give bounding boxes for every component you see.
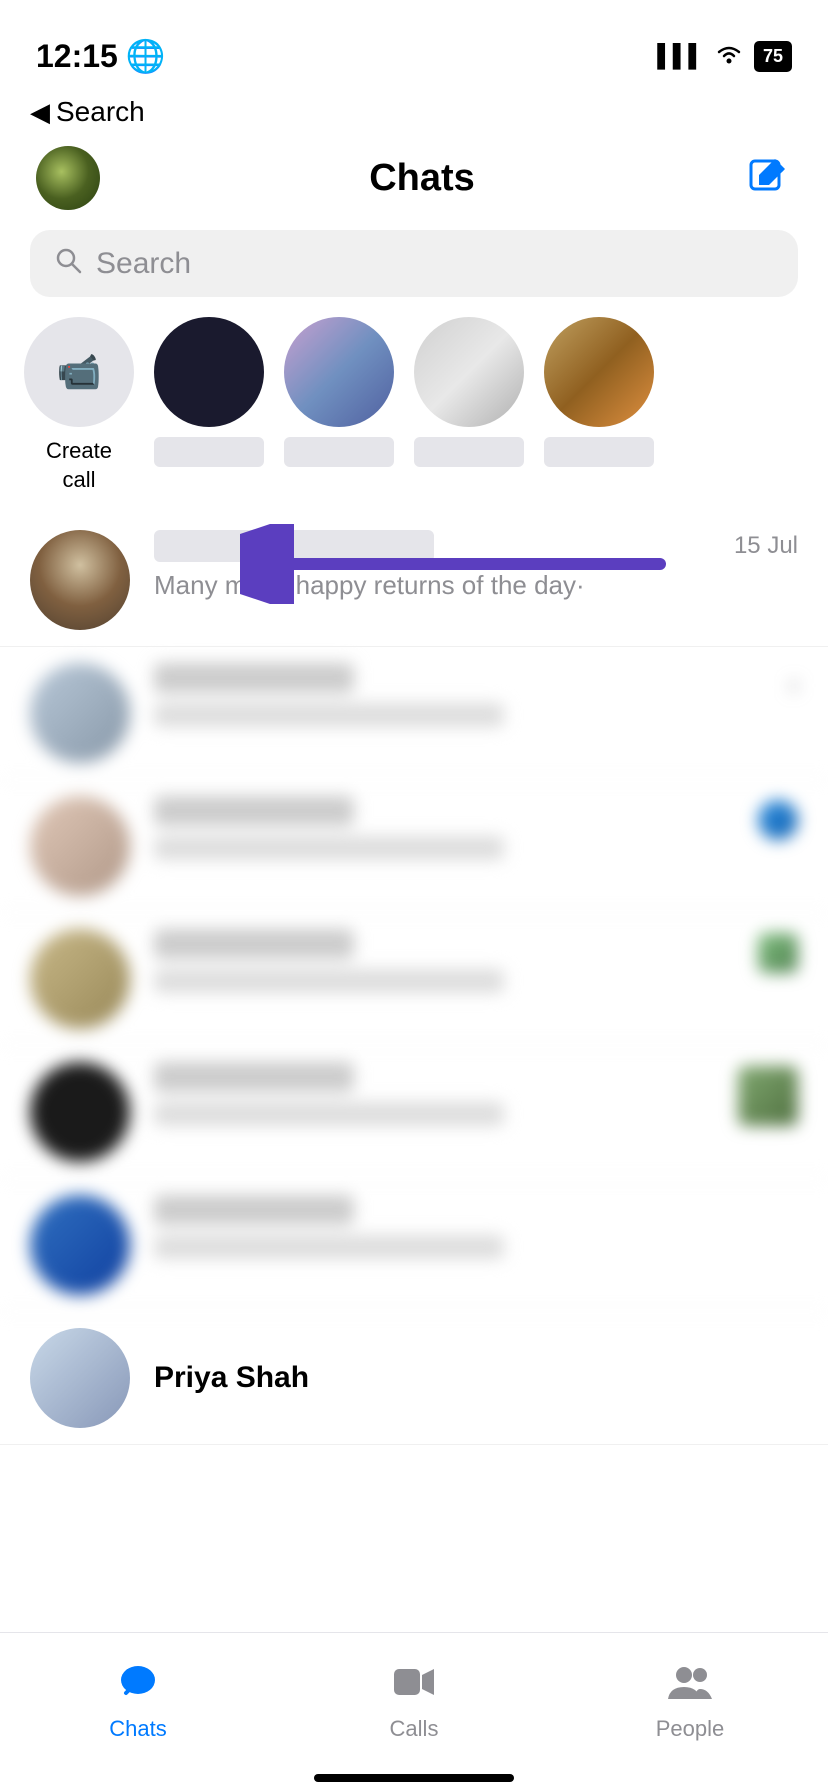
create-call-label: Createcall xyxy=(46,437,112,494)
chat-item-blurred-2: ​ᵢₗ xyxy=(0,647,828,780)
chat-list: 15 Jul Many many happy returns of the da… xyxy=(0,514,828,1445)
story-name-1 xyxy=(154,437,264,467)
time-label: 12:15 xyxy=(36,38,118,75)
blurred-avatar-2 xyxy=(30,663,130,763)
story-avatar-4 xyxy=(544,317,654,427)
back-arrow-icon: ◀ xyxy=(30,97,50,128)
story-avatar-2 xyxy=(284,317,394,427)
story-name-4 xyxy=(544,437,654,467)
priya-name: Priya Shah xyxy=(154,1361,309,1395)
chat-item-blurred-5 xyxy=(0,1046,828,1179)
blurred-avatar-4 xyxy=(30,929,130,1029)
create-call-button[interactable]: 📹 Createcall xyxy=(24,317,134,494)
page-header: Chats xyxy=(0,136,828,226)
page-title: Chats xyxy=(369,157,475,200)
story-avatar-3 xyxy=(414,317,524,427)
story-item-4[interactable] xyxy=(544,317,654,467)
nav-chats[interactable]: Chats xyxy=(0,1663,276,1742)
video-plus-icon: 📹 xyxy=(57,351,102,393)
battery-indicator: 75 xyxy=(754,41,792,72)
search-bar[interactable]: Search xyxy=(30,230,798,297)
nav-people[interactable]: People xyxy=(552,1663,828,1742)
calls-icon xyxy=(392,1663,436,1710)
chat-message-1: Many many happy returns of the day· xyxy=(154,570,798,601)
chat-item-blurred-4 xyxy=(0,913,828,1046)
chat-item-blurred-3 xyxy=(0,780,828,913)
nav-calls[interactable]: Calls xyxy=(276,1663,552,1742)
priya-avatar xyxy=(30,1328,130,1428)
story-avatar-1 xyxy=(154,317,264,427)
story-name-3 xyxy=(414,437,524,467)
chat-name-blurred-1 xyxy=(154,530,434,562)
story-item-3[interactable] xyxy=(414,317,524,467)
blurred-avatar-5 xyxy=(30,1062,130,1162)
story-row: 📹 Createcall xyxy=(0,317,828,514)
status-icons: ▌▌▌ 75 xyxy=(657,41,792,72)
home-indicator xyxy=(314,1774,514,1782)
story-item-1[interactable] xyxy=(154,317,264,467)
status-time: 12:15 🌐 xyxy=(36,37,166,75)
chat-item-blurred-6 xyxy=(0,1179,828,1312)
chat-info-1: 15 Jul Many many happy returns of the da… xyxy=(154,530,798,601)
back-label: Search xyxy=(56,96,145,128)
priya-shah-chat-item[interactable]: Priya Shah xyxy=(0,1312,828,1445)
chat-time-1: 15 Jul xyxy=(734,532,798,560)
wifi-icon xyxy=(714,42,744,70)
chats-icon xyxy=(118,1663,158,1710)
story-item-2[interactable] xyxy=(284,317,394,467)
story-name-2 xyxy=(284,437,394,467)
battery-level: 75 xyxy=(763,46,783,66)
search-icon xyxy=(54,246,82,281)
signal-icon: ▌▌▌ xyxy=(657,43,704,69)
search-placeholder: Search xyxy=(96,247,191,281)
search-container: Search xyxy=(0,226,828,317)
user-avatar[interactable] xyxy=(36,146,100,210)
blurred-avatar-3 xyxy=(30,796,130,896)
globe-icon: 🌐 xyxy=(126,37,166,75)
chat-avatar-1 xyxy=(30,530,130,630)
back-navigation[interactable]: ◀ Search xyxy=(0,88,828,136)
blurred-avatar-6 xyxy=(30,1195,130,1295)
compose-button[interactable] xyxy=(744,154,792,202)
bottom-navigation: Chats Calls People xyxy=(0,1632,828,1792)
people-icon xyxy=(666,1663,714,1710)
calls-label: Calls xyxy=(390,1716,439,1742)
chat-item-1[interactable]: 15 Jul Many many happy returns of the da… xyxy=(0,514,828,647)
status-bar: 12:15 🌐 ▌▌▌ 75 xyxy=(0,0,828,88)
chats-label: Chats xyxy=(109,1716,166,1742)
people-label: People xyxy=(656,1716,725,1742)
